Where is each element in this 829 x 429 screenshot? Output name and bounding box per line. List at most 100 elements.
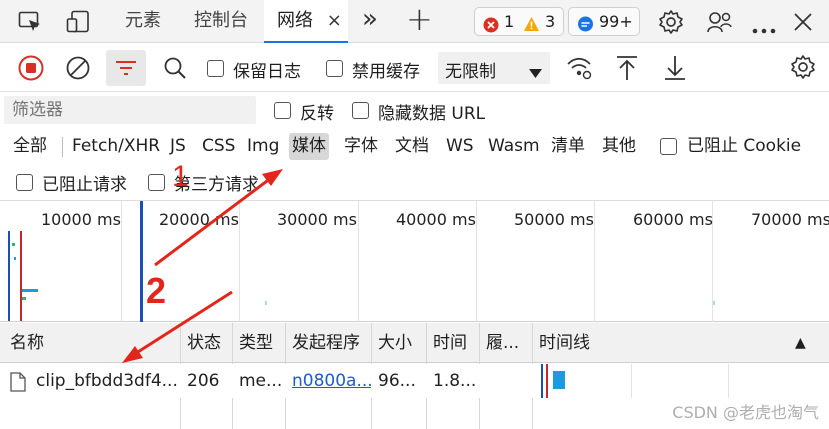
disable-cache-checkbox[interactable] (326, 60, 343, 77)
message-icon (577, 14, 594, 41)
messages-badge[interactable]: 99+ (568, 7, 640, 36)
waterfall-load-line (546, 364, 548, 398)
column-header-size[interactable]: 大小 (372, 323, 426, 363)
request-bar (713, 301, 715, 305)
type-filter-img[interactable]: Img (247, 133, 279, 160)
waterfall-dcl-line (541, 364, 543, 398)
overview-tick-label: 60000 ms (633, 210, 713, 229)
network-conditions-icon[interactable] (566, 56, 592, 85)
close-tab-icon[interactable]: × (327, 10, 342, 31)
third-party-checkbox[interactable] (148, 174, 165, 191)
request-initiator-link[interactable]: n0800a... (286, 364, 371, 398)
column-header-fulfilled[interactable]: 履... (480, 323, 532, 363)
invert-label: 反转 (300, 104, 334, 124)
overview-grid-line (121, 201, 122, 322)
type-filter-font[interactable]: 字体 (344, 133, 378, 160)
tab-elements[interactable]: 元素 (125, 0, 161, 43)
warning-icon (523, 13, 540, 40)
inspect-element-icon[interactable] (18, 11, 42, 38)
more-tabs-icon[interactable]: » (362, 4, 378, 34)
warning-count: 3 (545, 12, 556, 31)
request-bar (12, 243, 15, 246)
request-bar (14, 257, 16, 260)
throttling-select[interactable]: 无限制 (438, 52, 550, 84)
more-options-icon[interactable] (752, 19, 776, 39)
overview-tick-label: 40000 ms (396, 210, 476, 229)
request-type: me... (239, 371, 283, 391)
type-separator (62, 137, 63, 157)
overview-tick-label: 10000 ms (41, 210, 121, 229)
overview-tick-label: 20000 ms (159, 210, 239, 229)
dropdown-arrow-icon (529, 63, 542, 83)
devtools-tab-bar: 元素 控制台 网络 × » + 1 3 99+ (0, 0, 829, 43)
import-har-icon[interactable] (616, 55, 638, 86)
close-devtools-icon[interactable] (793, 12, 813, 37)
request-bar (22, 289, 38, 292)
overview-grid-line (239, 201, 240, 322)
feedback-icon[interactable] (706, 9, 732, 40)
tab-network[interactable]: 网络 × (264, 0, 348, 43)
waterfall-grid-line (631, 364, 632, 398)
column-header-type[interactable]: 类型 (233, 323, 285, 363)
column-header-time[interactable]: 时间 (427, 323, 479, 363)
type-filter-fetch-xhr[interactable]: Fetch/XHR (72, 133, 160, 160)
record-stop-icon[interactable] (18, 55, 44, 86)
requests-table-header: 名称 状态 类型 发起程序 大小 时间 履... 时间线 ▲ (0, 323, 829, 363)
clear-icon[interactable] (66, 56, 90, 85)
add-tab-icon[interactable]: + (406, 0, 433, 38)
type-filter-css[interactable]: CSS (202, 133, 235, 160)
disable-cache-label: 禁用缓存 (352, 62, 420, 82)
settings-gear-icon[interactable] (658, 9, 684, 40)
device-emulation-icon[interactable] (66, 10, 92, 39)
type-filter-other[interactable]: 其他 (602, 133, 636, 160)
type-filter-ws[interactable]: WS (446, 133, 474, 160)
load-marker (20, 231, 22, 321)
type-filter-js[interactable]: JS (170, 133, 186, 160)
error-count: 1 (504, 12, 515, 31)
request-bar (265, 301, 267, 305)
issues-badge[interactable]: 1 3 (474, 7, 564, 36)
column-header-initiator[interactable]: 发起程序 (286, 323, 371, 363)
filter-icon[interactable] (106, 50, 146, 86)
blocked-requests-label: 已阻止请求 (42, 175, 127, 195)
search-icon[interactable] (163, 56, 187, 85)
hide-data-urls-label: 隐藏数据 URL (378, 104, 486, 124)
overview-grid-line (476, 201, 477, 322)
network-settings-gear-icon[interactable] (790, 54, 816, 85)
tab-network-label: 网络 (277, 10, 313, 31)
error-icon (483, 14, 499, 41)
file-icon (10, 372, 26, 392)
request-size: 96... (378, 371, 416, 391)
filter-input[interactable] (4, 96, 256, 124)
blocked-cookies-checkbox[interactable] (660, 138, 677, 155)
overview-tick-label: 30000 ms (277, 210, 357, 229)
export-har-icon[interactable] (664, 55, 686, 86)
network-toolbar: 保留日志 禁用缓存 无限制 (0, 44, 829, 92)
request-bar (22, 297, 26, 300)
overview-grid-line (594, 201, 595, 322)
preserve-log-label: 保留日志 (233, 62, 301, 82)
blocked-cookies-label: 已阻止 Cookie (687, 136, 802, 156)
tab-console[interactable]: 控制台 (194, 0, 248, 43)
preserve-log-checkbox[interactable] (207, 60, 224, 77)
overview-grid-line (358, 201, 359, 322)
column-header-name[interactable]: 名称 (4, 323, 180, 363)
type-filter-wasm[interactable]: Wasm (488, 133, 540, 160)
network-overview[interactable]: 10000 ms 20000 ms 30000 ms 40000 ms 5000… (0, 200, 829, 322)
column-header-waterfall[interactable]: 时间线 (533, 323, 773, 363)
hide-data-urls-checkbox[interactable] (352, 102, 369, 119)
blocked-requests-checkbox[interactable] (16, 174, 33, 191)
type-filter-doc[interactable]: 文档 (395, 133, 429, 160)
request-time: 1.8... (433, 371, 477, 391)
sort-ascending-icon[interactable]: ▲ (795, 323, 806, 363)
type-filter-manifest[interactable]: 清单 (551, 133, 585, 160)
finish-marker (140, 201, 143, 322)
request-name[interactable]: clip_bfbdd3df4... (32, 364, 180, 398)
table-row[interactable]: clip_bfbdd3df4... 206 me... n0800a... 96… (0, 364, 829, 398)
overview-tick-label: 50000 ms (514, 210, 594, 229)
invert-checkbox[interactable] (274, 102, 291, 119)
type-filter-all[interactable]: 全部 (13, 133, 47, 160)
type-filter-media[interactable]: 媒体 (289, 133, 329, 160)
watermark: CSDN @老虎也淘气 (672, 403, 819, 422)
column-header-status[interactable]: 状态 (181, 323, 232, 363)
